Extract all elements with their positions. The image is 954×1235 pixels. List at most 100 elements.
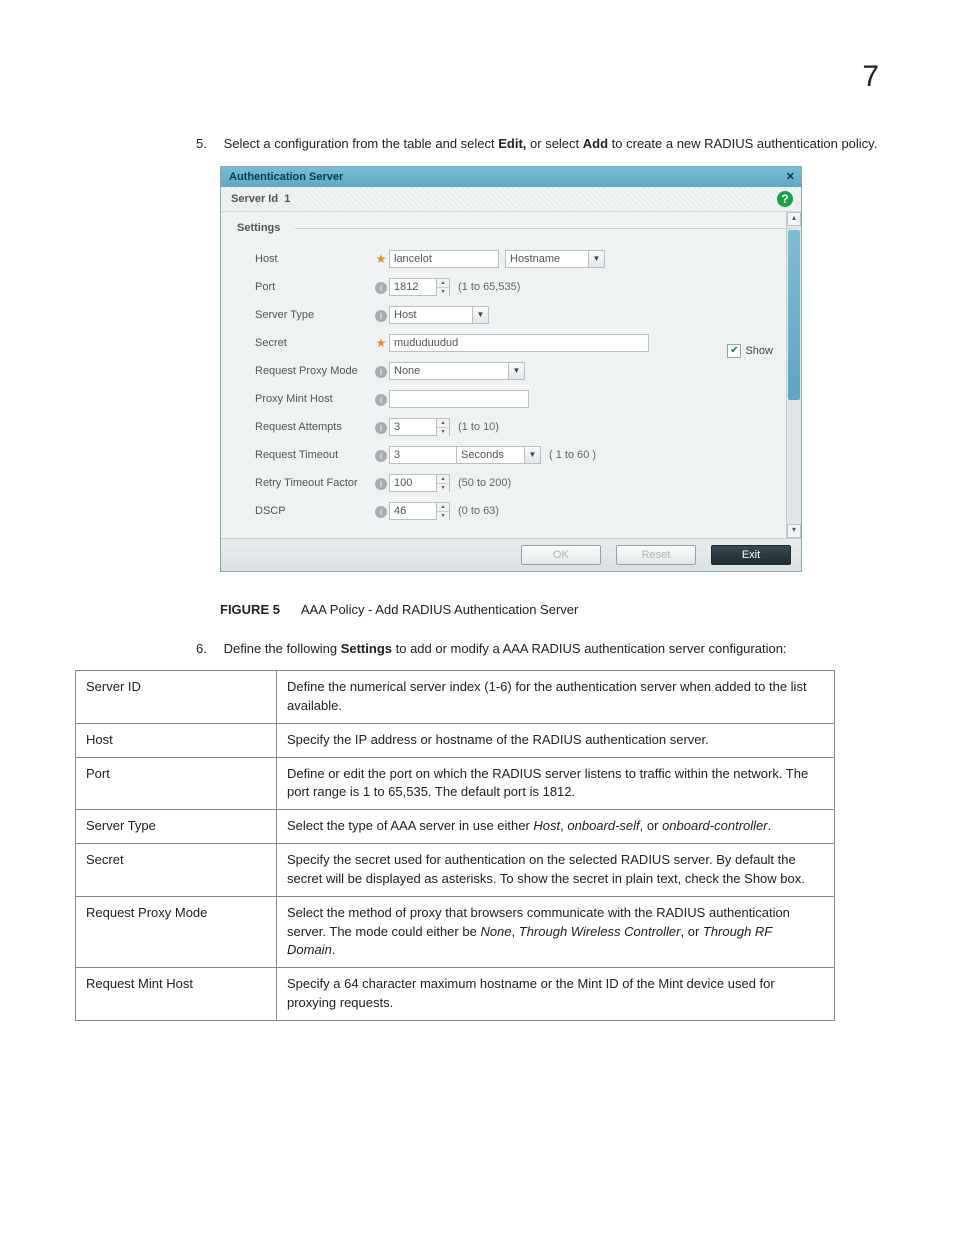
secret-input[interactable] <box>389 334 649 352</box>
row-attempts: Request Attempts i ▴▾ (1 to 10) <box>237 416 785 438</box>
cell-key: Server Type <box>76 810 277 844</box>
spinner-up-icon[interactable]: ▴ <box>437 279 449 288</box>
spinner-down-icon[interactable]: ▾ <box>437 512 449 520</box>
settings-legend: Settings <box>237 222 785 234</box>
exit-button[interactable]: Exit <box>711 545 791 565</box>
cell-key: Host <box>76 723 277 757</box>
cell-value: Specify the secret used for authenticati… <box>277 844 835 897</box>
step-5-text-mid: or select <box>526 136 582 151</box>
cell-key: Request Mint Host <box>76 968 277 1021</box>
spinner-down-icon[interactable]: ▾ <box>437 288 449 296</box>
info-icon: i <box>373 448 389 462</box>
chevron-down-icon[interactable]: ▼ <box>509 362 525 380</box>
retry-input[interactable] <box>389 474 437 492</box>
dscp-spinner[interactable]: ▴▾ <box>437 502 450 520</box>
ok-button[interactable]: OK <box>521 545 601 565</box>
auth-server-dialog: Authentication Server ✕ Server Id 1 ? ▴ … <box>220 166 802 572</box>
scrollbar-track: ▴ ▾ <box>786 212 801 538</box>
chevron-down-icon[interactable]: ▼ <box>473 306 489 324</box>
timeout-hint: ( 1 to 60 ) <box>549 449 596 461</box>
spinner-up-icon[interactable]: ▴ <box>437 475 449 484</box>
step-5-text-pre: Select a configuration from the table an… <box>224 136 499 151</box>
page-number: 7 <box>75 60 879 94</box>
server-type-select[interactable]: Host <box>389 306 473 324</box>
port-input[interactable] <box>389 278 437 296</box>
attempts-hint: (1 to 10) <box>458 421 499 433</box>
info-icon: i <box>373 420 389 434</box>
step-6: 6. Define the following Settings to add … <box>220 639 879 659</box>
row-server-type: Server Type i Host▼ <box>237 304 785 326</box>
row-mint-host: Proxy Mint Host i <box>237 388 785 410</box>
chevron-down-icon[interactable]: ▼ <box>525 446 541 464</box>
dialog-title: Authentication Server <box>229 171 343 183</box>
timeout-input[interactable] <box>389 446 457 464</box>
step-5-edit: Edit, <box>498 136 526 151</box>
cell-value: Specify the IP address or hostname of th… <box>277 723 835 757</box>
cell-key: Server ID <box>76 671 277 724</box>
scroll-up-icon[interactable]: ▴ <box>787 212 801 226</box>
dialog-subheader: Server Id 1 ? <box>221 187 801 212</box>
table-row: Host Specify the IP address or hostname … <box>76 723 835 757</box>
step-6-settings: Settings <box>341 641 392 656</box>
step-6-text-pre: Define the following <box>224 641 341 656</box>
dialog-footer: OK Reset Exit <box>221 538 801 571</box>
label-dscp: DSCP <box>237 505 373 517</box>
show-secret-checkbox[interactable]: ✔ Show <box>727 344 773 358</box>
row-secret: Secret ★ <box>237 332 785 354</box>
step-5-num: 5. <box>196 134 220 154</box>
info-icon: i <box>373 476 389 490</box>
label-server-type: Server Type <box>237 309 373 321</box>
dscp-input[interactable] <box>389 502 437 520</box>
cell-value: Select the type of AAA server in use eit… <box>277 810 835 844</box>
close-icon[interactable]: ✕ <box>786 170 795 183</box>
required-icon: ★ <box>373 252 389 266</box>
help-icon[interactable]: ? <box>777 191 793 207</box>
step-6-text-post: to add or modify a AAA RADIUS authentica… <box>392 641 787 656</box>
figure-number: FIGURE 5 <box>220 602 280 617</box>
proxy-mode-select[interactable]: None <box>389 362 509 380</box>
host-type-select[interactable]: Hostname <box>505 250 589 268</box>
table-row: Request Mint Host Specify a 64 character… <box>76 968 835 1021</box>
retry-spinner[interactable]: ▴▾ <box>437 474 450 492</box>
cell-key: Request Proxy Mode <box>76 896 277 968</box>
info-icon: i <box>373 392 389 406</box>
label-attempts: Request Attempts <box>237 421 373 433</box>
table-row: Port Define or edit the port on which th… <box>76 757 835 810</box>
spinner-down-icon[interactable]: ▾ <box>437 484 449 492</box>
cell-value: Define the numerical server index (1-6) … <box>277 671 835 724</box>
retry-hint: (50 to 200) <box>458 477 511 489</box>
table-row: Server ID Define the numerical server in… <box>76 671 835 724</box>
step-5-add: Add <box>583 136 608 151</box>
spinner-down-icon[interactable]: ▾ <box>437 428 449 436</box>
row-timeout: Request Timeout i Seconds▼ ( 1 to 60 ) <box>237 444 785 466</box>
spinner-up-icon[interactable]: ▴ <box>437 419 449 428</box>
dialog-titlebar: Authentication Server ✕ <box>221 167 801 187</box>
scrollbar-thumb[interactable] <box>788 230 800 400</box>
row-retry: Retry Timeout Factor i ▴▾ (50 to 200) <box>237 472 785 494</box>
table-row: Secret Specify the secret used for authe… <box>76 844 835 897</box>
step-5: 5. Select a configuration from the table… <box>220 134 879 154</box>
label-proxy-mode: Request Proxy Mode <box>237 365 373 377</box>
figure-text: AAA Policy - Add RADIUS Authentication S… <box>301 602 578 617</box>
label-host: Host <box>237 253 373 265</box>
cell-key: Secret <box>76 844 277 897</box>
server-id-value: 1 <box>284 193 290 205</box>
show-label: Show <box>745 345 773 357</box>
step-5-text-post: to create a new RADIUS authentication po… <box>608 136 877 151</box>
port-spinner[interactable]: ▴▾ <box>437 278 450 296</box>
attempts-input[interactable] <box>389 418 437 436</box>
label-port: Port <box>237 281 373 293</box>
cell-value: Define or edit the port on which the RAD… <box>277 757 835 810</box>
info-icon: i <box>373 308 389 322</box>
scroll-down-icon[interactable]: ▾ <box>787 524 801 538</box>
checkbox-checked-icon[interactable]: ✔ <box>727 344 741 358</box>
host-input[interactable] <box>389 250 499 268</box>
spinner-up-icon[interactable]: ▴ <box>437 503 449 512</box>
table-row: Server Type Select the type of AAA serve… <box>76 810 835 844</box>
mint-host-input[interactable] <box>389 390 529 408</box>
timeout-unit-select[interactable]: Seconds <box>457 446 525 464</box>
figure-caption: FIGURE 5 AAA Policy - Add RADIUS Authent… <box>220 602 879 617</box>
chevron-down-icon[interactable]: ▼ <box>589 250 605 268</box>
attempts-spinner[interactable]: ▴▾ <box>437 418 450 436</box>
reset-button[interactable]: Reset <box>616 545 696 565</box>
